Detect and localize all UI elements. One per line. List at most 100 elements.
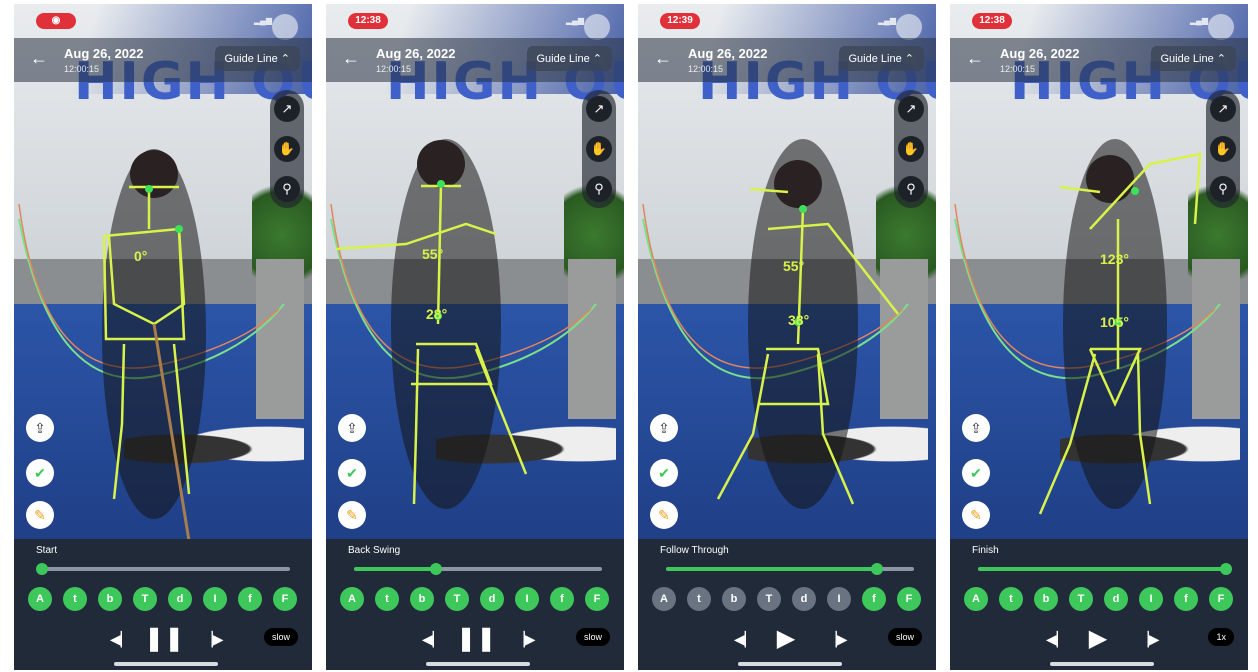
pencil-icon[interactable]: ✎ <box>962 501 990 529</box>
phase-chip[interactable]: A <box>340 587 364 611</box>
phase-chip[interactable]: f <box>1174 587 1198 611</box>
angle-lower: 28° <box>426 306 448 322</box>
phase-chip[interactable]: f <box>550 587 574 611</box>
compare-icon[interactable]: ✔ <box>338 459 366 487</box>
phase-chip[interactable]: f <box>862 587 886 611</box>
pin-icon[interactable]: ⚲ <box>586 176 612 202</box>
assistive-touch-button[interactable] <box>896 14 922 40</box>
play-icon[interactable]: ▶ <box>1080 624 1116 654</box>
phase-chip[interactable]: t <box>999 587 1023 611</box>
phase-chip[interactable]: f <box>238 587 262 611</box>
joint-shoulder <box>175 225 183 233</box>
hand-icon[interactable]: ✋ <box>1210 136 1236 162</box>
phase-chip[interactable]: T <box>1069 587 1093 611</box>
phase-chip[interactable]: F <box>585 587 609 611</box>
phase-chip[interactable]: T <box>757 587 781 611</box>
phase-chip[interactable]: d <box>168 587 192 611</box>
share-icon[interactable]: ⇪ <box>650 414 678 442</box>
phase-chip[interactable]: t <box>687 587 711 611</box>
phase-chip[interactable]: A <box>964 587 988 611</box>
phase-chip[interactable]: F <box>273 587 297 611</box>
home-indicator <box>114 662 218 666</box>
guide-line-dropdown[interactable]: Guide Line ⌃ <box>1150 46 1236 71</box>
pencil-icon[interactable]: ✎ <box>338 501 366 529</box>
pause-icon[interactable]: ❚❚ <box>144 624 184 654</box>
phase-chip[interactable]: A <box>652 587 676 611</box>
slider-knob[interactable] <box>870 563 883 575</box>
phase-chip[interactable]: d <box>1104 587 1128 611</box>
assistive-touch-button[interactable] <box>1208 14 1234 40</box>
phase-chip[interactable]: T <box>133 587 157 611</box>
prev-frame-icon[interactable]: ◀▏ <box>734 624 756 654</box>
phase-chip[interactable]: I <box>203 587 227 611</box>
next-frame-icon[interactable]: ▕▶ <box>514 624 536 654</box>
compare-icon[interactable]: ✔ <box>650 459 678 487</box>
compare-icon[interactable]: ✔ <box>26 459 54 487</box>
swing-slider[interactable] <box>666 563 914 575</box>
share-icon[interactable]: ⇪ <box>26 414 54 442</box>
status-time: 12:39 <box>660 13 700 29</box>
swing-slider[interactable] <box>36 563 290 575</box>
club-icon[interactable]: ↗ <box>274 96 300 122</box>
phase-chip[interactable]: d <box>792 587 816 611</box>
guide-line-dropdown[interactable]: Guide Line ⌃ <box>526 46 612 71</box>
phase-chip[interactable]: I <box>827 587 851 611</box>
phase-chip[interactable]: F <box>1209 587 1233 611</box>
hand-icon[interactable]: ✋ <box>898 136 924 162</box>
slider-knob[interactable] <box>429 563 442 575</box>
pin-icon[interactable]: ⚲ <box>274 176 300 202</box>
pin-icon[interactable]: ⚲ <box>898 176 924 202</box>
phase-chip[interactable]: d <box>480 587 504 611</box>
hand-icon[interactable]: ✋ <box>274 136 300 162</box>
phase-chip[interactable]: t <box>63 587 87 611</box>
back-arrow-icon[interactable]: ← <box>966 48 984 69</box>
play-icon[interactable]: ▶ <box>768 624 804 654</box>
club-icon[interactable]: ↗ <box>586 96 612 122</box>
club-icon[interactable]: ↗ <box>898 96 924 122</box>
speed-button[interactable]: slow <box>263 628 298 646</box>
pencil-icon[interactable]: ✎ <box>650 501 678 529</box>
assistive-touch-button[interactable] <box>584 14 610 40</box>
slider-knob[interactable] <box>1220 563 1232 575</box>
next-frame-icon[interactable]: ▕▶ <box>202 624 224 654</box>
phase-chip[interactable]: I <box>515 587 539 611</box>
guide-line-dropdown[interactable]: Guide Line ⌃ <box>838 46 924 71</box>
player-head <box>130 150 178 198</box>
phase-chip[interactable]: T <box>445 587 469 611</box>
next-frame-icon[interactable]: ▕▶ <box>1138 624 1160 654</box>
phase-chip[interactable]: b <box>410 587 434 611</box>
phase-chip[interactable]: I <box>1139 587 1163 611</box>
header: ← Aug 26, 2022 12:00:15 Guide Line ⌃ <box>638 38 936 82</box>
share-icon[interactable]: ⇪ <box>338 414 366 442</box>
swing-slider[interactable] <box>978 563 1232 575</box>
back-arrow-icon[interactable]: ← <box>654 48 672 69</box>
swing-slider[interactable] <box>354 563 602 575</box>
prev-frame-icon[interactable]: ◀▏ <box>110 624 132 654</box>
speed-button[interactable]: slow <box>575 628 610 646</box>
next-frame-icon[interactable]: ▕▶ <box>826 624 848 654</box>
club-icon[interactable]: ↗ <box>1210 96 1236 122</box>
speed-button[interactable]: slow <box>887 628 922 646</box>
prev-frame-icon[interactable]: ◀▏ <box>1046 624 1068 654</box>
pencil-icon[interactable]: ✎ <box>26 501 54 529</box>
compare-icon[interactable]: ✔ <box>962 459 990 487</box>
speed-button[interactable]: 1x <box>1208 628 1234 646</box>
prev-frame-icon[interactable]: ◀▏ <box>422 624 444 654</box>
pause-icon[interactable]: ❚❚ <box>456 624 496 654</box>
hand-icon[interactable]: ✋ <box>586 136 612 162</box>
back-arrow-icon[interactable]: ← <box>30 48 48 69</box>
guide-line-dropdown[interactable]: Guide Line ⌃ <box>214 46 300 71</box>
slider-knob[interactable] <box>36 563 48 575</box>
phase-chip[interactable]: b <box>98 587 122 611</box>
share-icon[interactable]: ⇪ <box>962 414 990 442</box>
phase-chip[interactable]: t <box>375 587 399 611</box>
back-arrow-icon[interactable]: ← <box>342 48 360 69</box>
assistive-touch-button[interactable] <box>272 14 298 40</box>
guide-line-label: Guide Line <box>536 53 590 65</box>
right-toolbar: ↗ ✋ ⚲ <box>1206 90 1240 208</box>
phase-chip[interactable]: b <box>1034 587 1058 611</box>
phase-chip[interactable]: A <box>28 587 52 611</box>
pin-icon[interactable]: ⚲ <box>1210 176 1236 202</box>
phase-chip[interactable]: F <box>897 587 921 611</box>
phase-chip[interactable]: b <box>722 587 746 611</box>
